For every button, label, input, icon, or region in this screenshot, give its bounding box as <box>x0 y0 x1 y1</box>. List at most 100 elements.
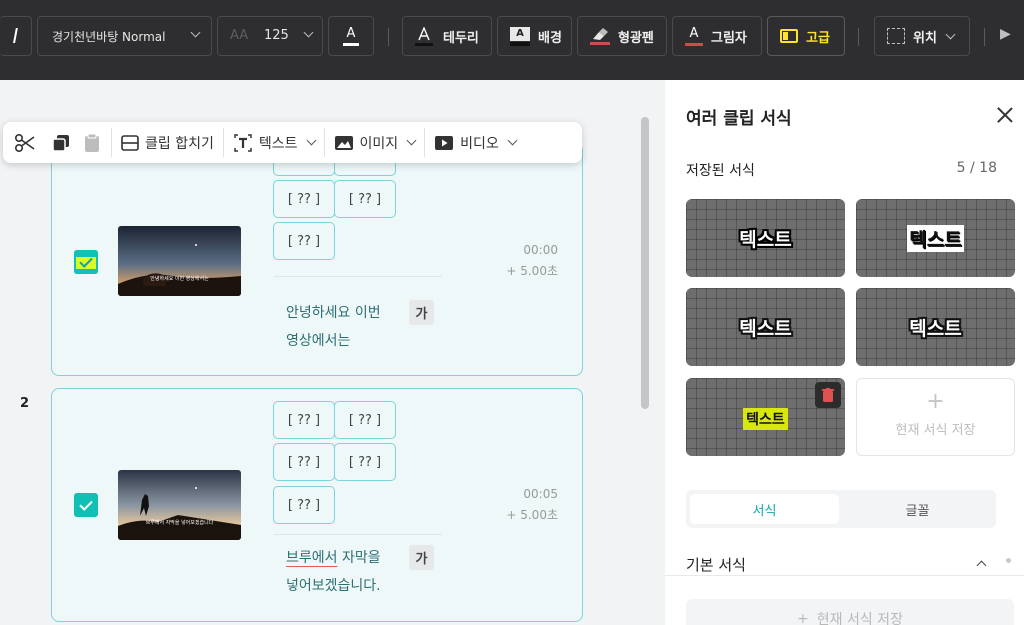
chevron-down-icon <box>306 135 316 146</box>
clip-1-tag[interactable]: [ ?? ] <box>273 180 335 218</box>
highlighter-icon <box>590 27 610 45</box>
image-menu-button[interactable]: 이미지 <box>325 122 425 163</box>
clip-2-tag[interactable]: [ ?? ] <box>273 443 335 481</box>
copy-button[interactable] <box>45 122 77 163</box>
font-size-select[interactable]: AA 125 <box>217 16 323 56</box>
shadow-label: 그림자 <box>711 30 747 46</box>
font-family-value: 경기천년바탕 Normal <box>52 29 166 44</box>
clipboard-icon <box>85 133 99 152</box>
clip-1-duration: + 5.00초 <box>506 264 558 278</box>
format-tabs: 서식 글꼴 <box>686 490 996 528</box>
save-current-style-card[interactable]: + 현재 서식 저장 <box>856 378 1015 456</box>
clip-2-checkbox[interactable] <box>74 493 98 517</box>
advanced-label: 고급 <box>806 30 830 46</box>
chevron-down-icon <box>190 27 201 38</box>
save-current-format-button[interactable]: + 현재 서식 저장 <box>686 599 1014 625</box>
delete-style-button[interactable] <box>815 382 841 408</box>
tab-font[interactable]: 글꼴 <box>843 494 992 524</box>
video-icon <box>435 135 454 150</box>
background-label: 배경 <box>538 30 562 46</box>
text-icon <box>234 133 252 152</box>
clip-2-style-button[interactable]: 가 <box>409 545 434 570</box>
format-toolbar: I 경기천년바탕 Normal AA 125 A 테두리 A 배경 형광펜 A … <box>0 0 1024 80</box>
clip-1-tag[interactable]: [ ?? ] <box>334 180 396 218</box>
toolbar-divider <box>858 28 859 46</box>
saved-styles-count: 5 / 18 <box>956 160 997 176</box>
outline-button[interactable]: 테두리 <box>402 16 492 56</box>
saved-style-card[interactable]: 텍스트 <box>686 199 845 277</box>
clip-1-time: 00:00 + 5.00초 <box>506 240 558 282</box>
image-icon <box>334 135 353 150</box>
tab-format[interactable]: 서식 <box>690 494 839 524</box>
shadow-button[interactable]: A 그림자 <box>672 16 762 56</box>
copy-icon <box>52 134 69 152</box>
saved-style-card[interactable]: 텍스트 <box>856 199 1015 277</box>
clip-2-start-time: 00:05 <box>523 487 558 501</box>
more-arrow-icon[interactable]: ▶ <box>1000 26 1024 46</box>
video-menu-button[interactable]: 비디오 <box>425 122 525 163</box>
text-color-button[interactable]: A <box>328 16 374 56</box>
highlighter-button[interactable]: 형광펜 <box>577 16 667 56</box>
text-menu-button[interactable]: 텍스트 <box>224 122 324 163</box>
scroll-indicator <box>1006 558 1011 563</box>
saved-style-card[interactable]: 텍스트 <box>686 288 845 366</box>
basic-format-title: 기본 서식 <box>686 556 746 574</box>
saved-style-card[interactable]: 텍스트 <box>686 378 845 456</box>
saved-style-card[interactable]: 텍스트 <box>856 288 1015 366</box>
outline-icon <box>415 26 433 46</box>
clip-2-tag[interactable]: [ ?? ] <box>273 401 335 439</box>
merge-icon <box>121 134 139 151</box>
chevron-down-icon <box>406 135 417 146</box>
scrollbar-thumb[interactable] <box>641 117 649 409</box>
clip-card-2[interactable]: 브루에서 자막을 넣어보겠습니다 [ ?? ] [ ?? ] [ ?? ] [ … <box>51 388 583 622</box>
highlighter-label: 형광펜 <box>618 30 654 46</box>
background-icon: A <box>510 26 530 46</box>
clip-2-thumbnail: 브루에서 자막을 넣어보겠습니다 <box>118 470 241 540</box>
plus-icon: + <box>797 611 809 625</box>
clip-1-checkbox[interactable] <box>74 250 98 274</box>
clip-2-subtitle-text[interactable]: 브루에서 자막을 넣어보겠습니다. <box>286 544 381 600</box>
outline-label: 테두리 <box>443 30 479 46</box>
close-icon[interactable] <box>997 107 1013 123</box>
multi-clip-format-panel: 여러 클립 서식 저장된 서식 5 / 18 텍스트 텍스트 텍스트 텍스트 텍… <box>665 80 1024 625</box>
clip-1-start-time: 00:00 <box>523 243 558 257</box>
checkmark-icon <box>79 496 93 511</box>
italic-icon: I <box>12 24 19 48</box>
italic-button[interactable]: I <box>0 16 32 56</box>
spellcheck-word: 브루에서 <box>286 550 338 566</box>
clip-2-number: 2 <box>20 396 30 411</box>
merge-clips-button[interactable]: 클립 합치기 <box>112 122 223 163</box>
chevron-down-icon <box>945 29 956 39</box>
divider <box>274 276 442 277</box>
clip-2-tag[interactable]: [ ?? ] <box>334 443 396 481</box>
toolbar-divider <box>984 28 985 46</box>
clip-2-tag[interactable]: [ ?? ] <box>334 401 396 439</box>
background-button[interactable]: A 배경 <box>497 16 572 56</box>
clip-card-1[interactable]: 안녕하세요 이번 영상에서는 [ ?? ] [ ?? ] [ ?? ] [ ??… <box>51 138 583 376</box>
chevron-up-icon[interactable] <box>976 560 987 571</box>
clip-1-thumbnail: 안녕하세요 이번 영상에서는 <box>118 226 241 296</box>
divider <box>274 534 442 535</box>
font-family-select[interactable]: 경기천년바탕 Normal <box>37 16 212 56</box>
clip-2-duration: + 5.00초 <box>506 508 558 522</box>
cut-button[interactable] <box>3 122 45 163</box>
toolbar-divider <box>388 28 389 46</box>
panel-title: 여러 클립 서식 <box>686 109 792 129</box>
clip-2-tag[interactable]: [ ?? ] <box>273 486 335 524</box>
font-size-value: 125 <box>264 28 289 43</box>
advanced-icon <box>780 29 798 43</box>
scissors-icon <box>14 133 35 152</box>
clip-2-thumbnail-caption: 브루에서 자막을 넣어보겠습니다 <box>145 520 214 526</box>
shadow-icon: A <box>685 26 703 46</box>
clip-1-subtitle-text[interactable]: 안녕하세요 이번 영상에서는 <box>286 299 381 355</box>
position-label: 위치 <box>913 30 937 46</box>
position-icon <box>887 28 905 44</box>
paste-button[interactable] <box>77 122 111 163</box>
divider <box>665 575 1024 576</box>
position-button[interactable]: 위치 <box>874 16 970 56</box>
advanced-button[interactable]: 고급 <box>767 16 845 56</box>
clip-1-style-button[interactable]: 가 <box>409 300 434 325</box>
text-color-icon: A <box>343 26 359 46</box>
clip-1-tag[interactable]: [ ?? ] <box>273 222 335 260</box>
trash-icon <box>822 388 834 402</box>
